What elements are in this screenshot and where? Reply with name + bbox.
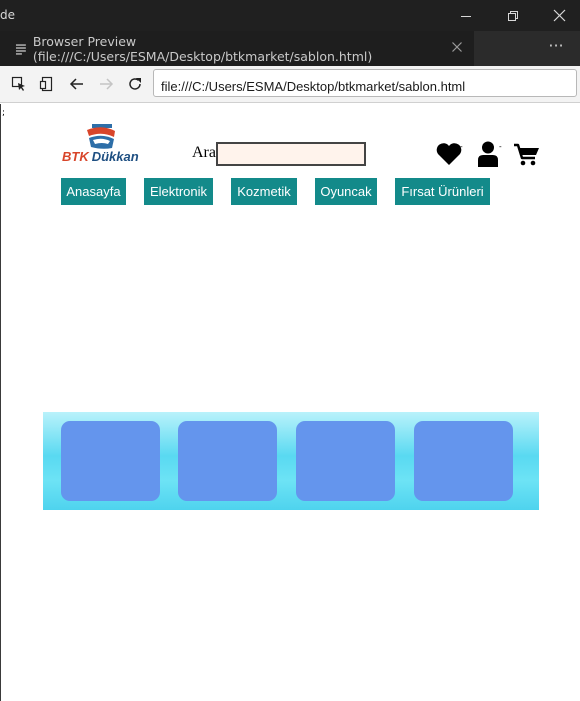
navigation-bar [0, 66, 580, 103]
close-icon [553, 9, 565, 22]
tab-browser-preview[interactable]: Browser Preview (file:///C:/Users/ESMA/D… [0, 31, 474, 66]
heart-icon[interactable] [435, 142, 463, 166]
minimize-icon [461, 15, 471, 17]
shopping-cart-icon[interactable] [513, 143, 540, 166]
stray-text: ; [2, 108, 6, 118]
device-toggle-button[interactable] [37, 74, 57, 94]
search-label: Ara [192, 144, 216, 161]
refresh-button[interactable] [125, 74, 145, 94]
account-count: - [499, 142, 502, 151]
product-card[interactable] [61, 421, 160, 501]
user-icon[interactable] [477, 141, 499, 167]
back-button[interactable] [67, 74, 87, 94]
main-menu: Anasayfa Elektronik Kozmetik Oyuncak Fırsat … [61, 178, 508, 205]
refresh-icon [129, 78, 141, 90]
arrow-right-icon [100, 78, 114, 90]
page-content: ; BTK Dükkan Ara - - Anasayfa Elektronik Ko… [0, 104, 580, 701]
restore-icon [508, 10, 518, 21]
product-card[interactable] [296, 421, 395, 501]
inspect-button[interactable] [9, 74, 29, 94]
product-card[interactable] [414, 421, 513, 501]
menu-item-oyuncak[interactable]: Oyuncak [315, 178, 377, 205]
ellipsis-icon: ··· [548, 36, 564, 55]
inspect-cursor-icon [11, 76, 25, 91]
forward-button[interactable] [96, 74, 116, 94]
menu-item-fırsat-ürünleri[interactable]: Fırsat Ürünleri [395, 178, 490, 205]
address-bar[interactable] [153, 69, 577, 97]
restore-button[interactable] [493, 0, 533, 31]
window-title: de [0, 8, 15, 22]
tab-title: Browser Preview (file:///C:/Users/ESMA/D… [32, 33, 373, 64]
logo-emblem-icon [87, 124, 115, 149]
device-icon [39, 76, 53, 92]
window-title-bar: de [0, 0, 580, 31]
arrow-left-icon [69, 78, 83, 90]
logo-text: BTK Dükkan [62, 149, 139, 164]
tab-close-icon[interactable] [451, 41, 463, 53]
search-input[interactable] [216, 142, 366, 166]
menu-item-anasayfa[interactable]: Anasayfa [61, 178, 126, 205]
menu-item-kozmetik[interactable]: Kozmetik [231, 178, 297, 205]
document-icon [15, 43, 26, 55]
site-logo[interactable]: BTK Dükkan [62, 124, 146, 166]
minimize-button[interactable] [446, 0, 486, 31]
more-actions-button[interactable]: ··· [545, 37, 567, 59]
tab-bar: Browser Preview (file:///C:/Users/ESMA/D… [0, 31, 580, 66]
favorites-count: - [460, 142, 463, 151]
menu-item-elektronik[interactable]: Elektronik [144, 178, 213, 205]
product-banner [43, 412, 539, 510]
product-card[interactable] [178, 421, 277, 501]
close-window-button[interactable] [539, 0, 579, 31]
